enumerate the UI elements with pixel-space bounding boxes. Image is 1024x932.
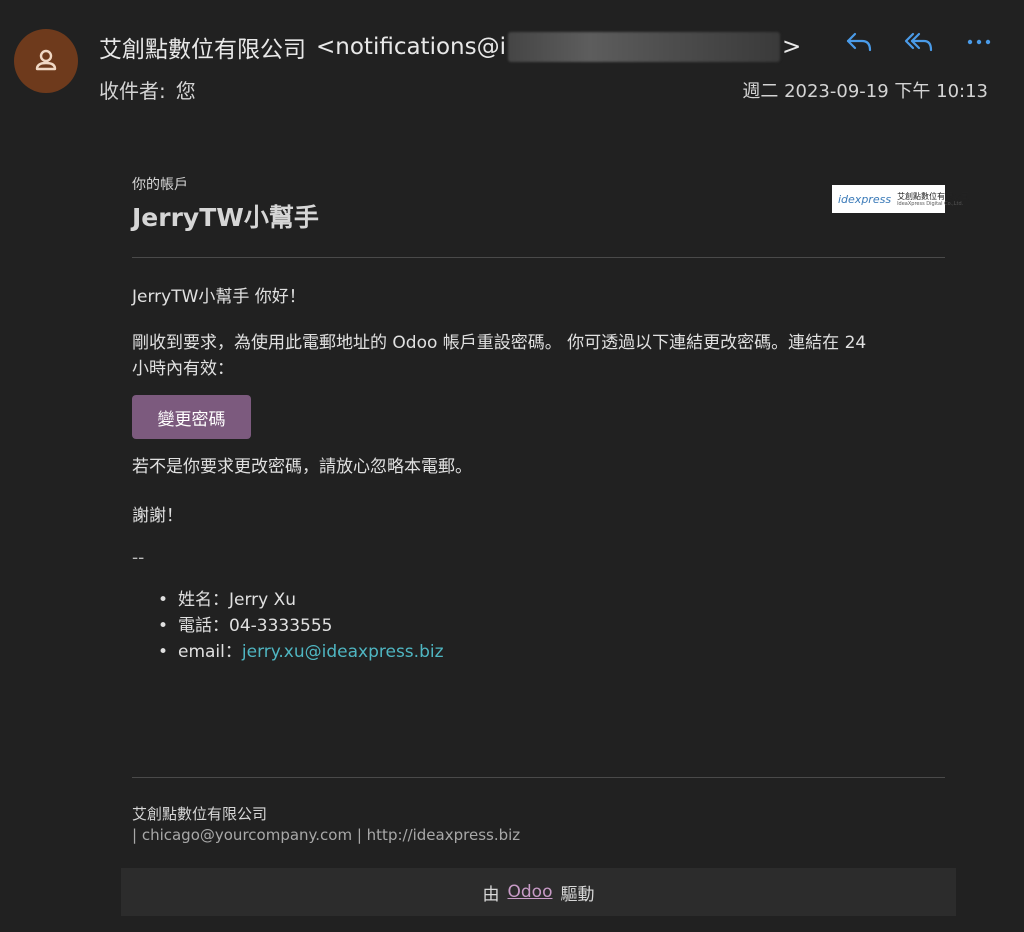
- divider: [132, 257, 945, 258]
- redacted-email: [508, 32, 780, 62]
- sender-email-close: >: [782, 34, 802, 60]
- signature-separator: --: [132, 548, 145, 568]
- reset-paragraph-line2: 小時內有效：: [132, 359, 234, 379]
- powered-prefix: 由: [482, 884, 500, 905]
- logo-text: 艾創點數位有限公司: [897, 191, 970, 201]
- account-label: 你的帳戶: [132, 177, 188, 193]
- phone-label: 電話：: [178, 616, 229, 636]
- odoo-link[interactable]: Odoo: [508, 882, 553, 902]
- signature-list: 姓名：Jerry Xu 電話：04-3333555 email：jerry.xu…: [156, 587, 444, 665]
- email-actions: [844, 27, 994, 57]
- recipient-line: 收件者: 您: [99, 75, 196, 104]
- more-icon: [967, 39, 991, 45]
- more-button[interactable]: [964, 27, 994, 57]
- footer-company: 艾創點數位有限公司: [132, 805, 268, 823]
- person-icon: [35, 49, 57, 71]
- reply-all-button[interactable]: [904, 27, 934, 57]
- signature-email: email：jerry.xu@ideaxpress.biz: [156, 639, 444, 665]
- reset-paragraph-line1: 剛收到要求，為使用此電郵地址的 Odoo 帳戶重設密碼。 你可透過以下連結更改密…: [132, 333, 867, 353]
- email-date: 週二 2023-09-19 下午 10:13: [742, 81, 988, 102]
- powered-by-bar: 由 Odoo 驅動: [121, 868, 956, 916]
- signature-phone: 電話：04-3333555: [156, 613, 444, 639]
- email-header: 艾創點數位有限公司 <notifications@i > 收件者: 您 週二 20…: [0, 0, 1024, 130]
- reply-icon: [846, 32, 872, 52]
- to-label: 收件者:: [99, 79, 166, 103]
- powered-suffix: 驅動: [560, 884, 595, 905]
- name-value: Jerry Xu: [229, 590, 297, 610]
- sender-name[interactable]: 艾創點數位有限公司: [99, 30, 306, 64]
- reply-all-icon: [904, 32, 933, 52]
- account-name: JerryTW小幫手: [132, 203, 319, 232]
- to-value[interactable]: 您: [176, 79, 196, 103]
- logo-subtext: IdeaXpress Digital Co.,Ltd.: [897, 200, 964, 207]
- ignore-note: 若不是你要求更改密碼，請放心忽略本電郵。: [132, 457, 472, 477]
- change-password-button[interactable]: 變更密碼: [132, 395, 251, 439]
- name-label: 姓名：: [178, 590, 229, 610]
- greeting: JerryTW小幫手 你好！: [132, 287, 306, 307]
- thanks: 謝謝！: [132, 506, 183, 526]
- logo-wordmark: 艾創點數位有限公司 IdeaXpress Digital Co.,Ltd.: [897, 192, 969, 207]
- phone-value: 04-3333555: [229, 616, 333, 636]
- email-link[interactable]: jerry.xu@ideaxpress.biz: [242, 642, 444, 662]
- signature-name: 姓名：Jerry Xu: [156, 587, 444, 613]
- footer-divider: [132, 777, 945, 778]
- footer-contact: | chicago@yourcompany.com | http://ideax…: [132, 826, 521, 844]
- email-label: email：: [178, 642, 242, 662]
- sender-avatar[interactable]: [14, 29, 78, 93]
- reply-button[interactable]: [844, 27, 874, 57]
- logo-mark: idexpress: [838, 192, 892, 206]
- sender-line: 艾創點數位有限公司 <notifications@i >: [99, 30, 801, 64]
- company-logo: idexpress 艾創點數位有限公司 IdeaXpress Digital C…: [832, 185, 969, 213]
- sender-email[interactable]: <notifications@i: [316, 34, 506, 60]
